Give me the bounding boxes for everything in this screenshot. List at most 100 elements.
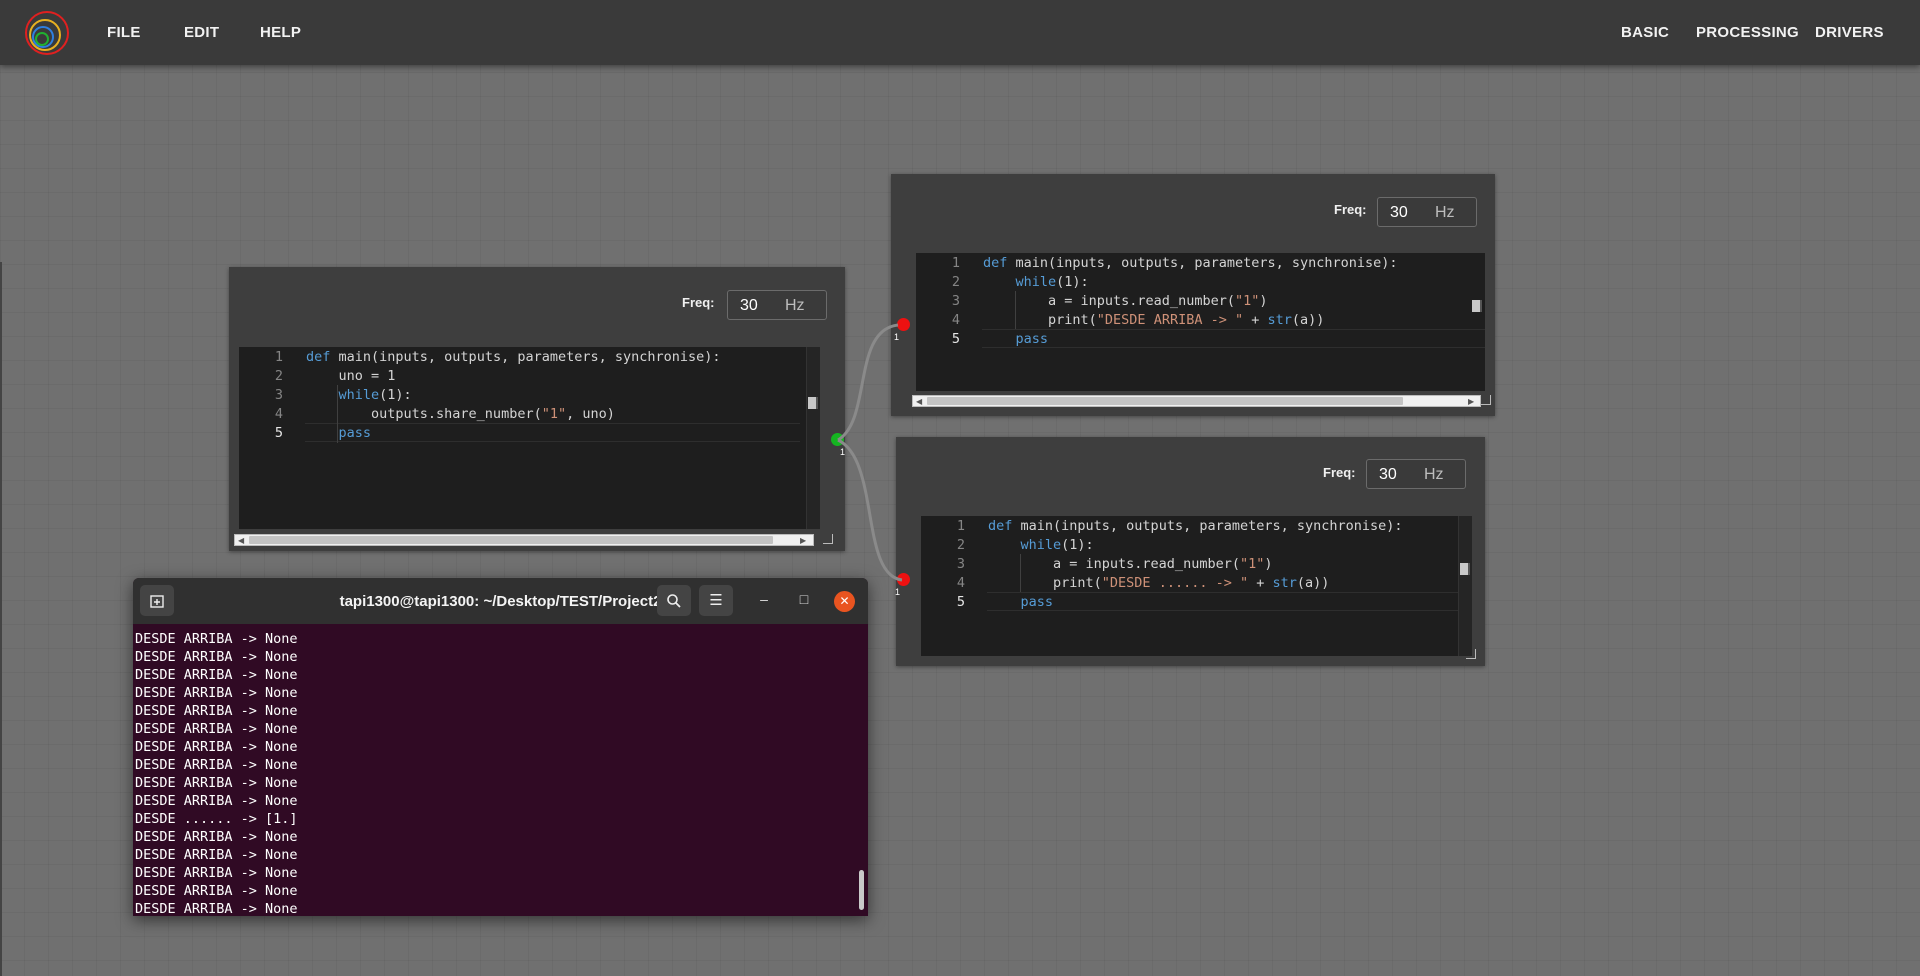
terminal-line: DESDE ARRIBA -> None [135, 883, 298, 899]
canvas-edge [0, 262, 2, 976]
line-number: 1 [951, 255, 960, 271]
code-line: outputs.share_number("1", uno) [306, 406, 615, 422]
scroll-right-arrow-icon[interactable]: ▶ [1468, 397, 1474, 406]
freq-label: Freq: [1323, 465, 1356, 480]
vertical-scrollbar[interactable] [806, 347, 820, 529]
line-number: 5 [951, 331, 960, 347]
menu-processing[interactable]: PROCESSING [1696, 24, 1799, 41]
terminal-header-bar[interactable]: tapi1300@tapi1300: ~/Desktop/TEST/Projec… [133, 578, 868, 624]
scroll-left-arrow-icon[interactable]: ◀ [238, 536, 244, 545]
output-port-label: 1 [840, 447, 846, 457]
resize-handle-icon[interactable] [1466, 649, 1476, 659]
freq-label: Freq: [682, 295, 715, 310]
code-editor[interactable]: 1 2 3 4 5 def main(inputs, outputs, para… [239, 347, 820, 529]
freq-input[interactable]: 30 Hz [727, 290, 827, 320]
code-line: while(1): [338, 387, 412, 403]
terminal-line: DESDE ARRIBA -> None [135, 703, 298, 719]
menu-file[interactable]: FILE [107, 24, 141, 41]
wire-to-node-bottom [837, 438, 903, 582]
freq-unit: Hz [1424, 466, 1444, 483]
output-port[interactable] [831, 433, 844, 446]
scroll-thumb[interactable] [1460, 563, 1470, 575]
freq-label: Freq: [1334, 202, 1367, 217]
current-line-highlight [987, 592, 1472, 611]
scroll-thumb[interactable] [808, 397, 818, 409]
terminal-window[interactable]: tapi1300@tapi1300: ~/Desktop/TEST/Projec… [133, 578, 868, 916]
freq-input[interactable]: 30 Hz [1377, 197, 1477, 227]
code-line: pass [1020, 594, 1054, 610]
code-line: while(1): [1015, 274, 1089, 290]
code-line: a = inputs.read_number("1") [983, 293, 1268, 309]
line-number: 2 [956, 537, 965, 553]
terminal-line: DESDE ARRIBA -> None [135, 649, 298, 665]
current-line-highlight [982, 329, 1485, 348]
terminal-line: DESDE ARRIBA -> None [135, 847, 298, 863]
code-line: a = inputs.read_number("1") [988, 556, 1273, 572]
freq-value[interactable]: 30 [1390, 204, 1408, 222]
line-number: 5 [274, 425, 283, 441]
app-logo-icon[interactable] [24, 10, 70, 56]
input-port-label: 1 [895, 587, 901, 597]
code-node-receiver-top[interactable]: Freq: 30 Hz 1 2 3 4 5 def main(inputs, o… [891, 174, 1495, 416]
code-line: def main(inputs, outputs, parameters, sy… [988, 518, 1403, 534]
close-icon[interactable]: ✕ [834, 591, 855, 612]
vertical-scrollbar[interactable] [1458, 516, 1472, 656]
menu-drivers[interactable]: DRIVERS [1815, 24, 1884, 41]
wire-to-node-top [837, 323, 899, 442]
hamburger-menu-icon[interactable]: ☰ [699, 585, 733, 616]
resize-handle-icon[interactable] [1481, 395, 1491, 405]
line-number: 4 [951, 312, 960, 328]
current-line-highlight [305, 423, 800, 442]
scroll-thumb[interactable] [249, 536, 773, 544]
scroll-right-arrow-icon[interactable]: ▶ [800, 536, 806, 545]
line-number: 4 [956, 575, 965, 591]
line-number: 2 [274, 368, 283, 384]
freq-value[interactable]: 30 [1379, 466, 1397, 484]
code-node-sender[interactable]: Freq: 30 Hz 1 2 3 4 5 def main(inputs, o… [229, 267, 845, 551]
terminal-line: DESDE ARRIBA -> None [135, 829, 298, 845]
top-menu-bar: FILE EDIT HELP BASIC PROCESSING DRIVERS [0, 0, 1920, 65]
resize-handle-icon[interactable] [823, 534, 833, 544]
terminal-line: DESDE ARRIBA -> None [135, 901, 298, 916]
code-line: pass [338, 425, 372, 441]
code-line: def main(inputs, outputs, parameters, sy… [306, 349, 721, 365]
line-number: 1 [956, 518, 965, 534]
terminal-line: DESDE ARRIBA -> None [135, 793, 298, 809]
terminal-line: DESDE ARRIBA -> None [135, 667, 298, 683]
menu-basic[interactable]: BASIC [1621, 24, 1669, 41]
code-editor[interactable]: 1 2 3 4 5 def main(inputs, outputs, para… [916, 253, 1485, 391]
line-number: 4 [274, 406, 283, 422]
terminal-line: DESDE ARRIBA -> None [135, 631, 298, 647]
menu-help[interactable]: HELP [260, 24, 301, 41]
terminal-line: DESDE ARRIBA -> None [135, 685, 298, 701]
input-port-label: 1 [894, 332, 900, 342]
code-editor[interactable]: 1 2 3 4 5 def main(inputs, outputs, para… [921, 516, 1472, 656]
maximize-icon[interactable]: □ [794, 591, 814, 607]
code-line: uno = 1 [306, 368, 396, 384]
line-number: 3 [951, 293, 960, 309]
search-icon[interactable] [657, 585, 691, 616]
terminal-line: DESDE ...... -> [1.] [135, 811, 298, 827]
menu-edit[interactable]: EDIT [184, 24, 219, 41]
freq-input[interactable]: 30 Hz [1366, 459, 1466, 489]
code-line: print("DESDE ...... -> " + str(a)) [988, 575, 1330, 591]
terminal-line: DESDE ARRIBA -> None [135, 775, 298, 791]
line-number: 2 [951, 274, 960, 290]
horizontal-scrollbar[interactable]: ◀ ▶ [234, 534, 814, 546]
input-port[interactable] [897, 573, 910, 586]
input-port[interactable] [897, 318, 910, 331]
line-number: 3 [274, 387, 283, 403]
minimize-icon[interactable]: – [754, 591, 774, 607]
terminal-output[interactable]: DESDE ARRIBA -> None DESDE ARRIBA -> Non… [135, 630, 855, 916]
code-node-receiver-bottom[interactable]: Freq: 30 Hz 1 2 3 4 5 def main(inputs, o… [895, 437, 1485, 666]
scroll-thumb[interactable] [927, 397, 1403, 405]
code-line: def main(inputs, outputs, parameters, sy… [983, 255, 1398, 271]
scroll-thumb[interactable] [1472, 300, 1482, 312]
horizontal-scrollbar[interactable]: ◀ ▶ [912, 395, 1481, 407]
terminal-line: DESDE ARRIBA -> None [135, 739, 298, 755]
scroll-left-arrow-icon[interactable]: ◀ [916, 397, 922, 406]
terminal-scrollbar[interactable] [859, 870, 864, 910]
freq-value[interactable]: 30 [740, 297, 758, 315]
freq-unit: Hz [785, 297, 805, 314]
line-number: 5 [956, 594, 965, 610]
